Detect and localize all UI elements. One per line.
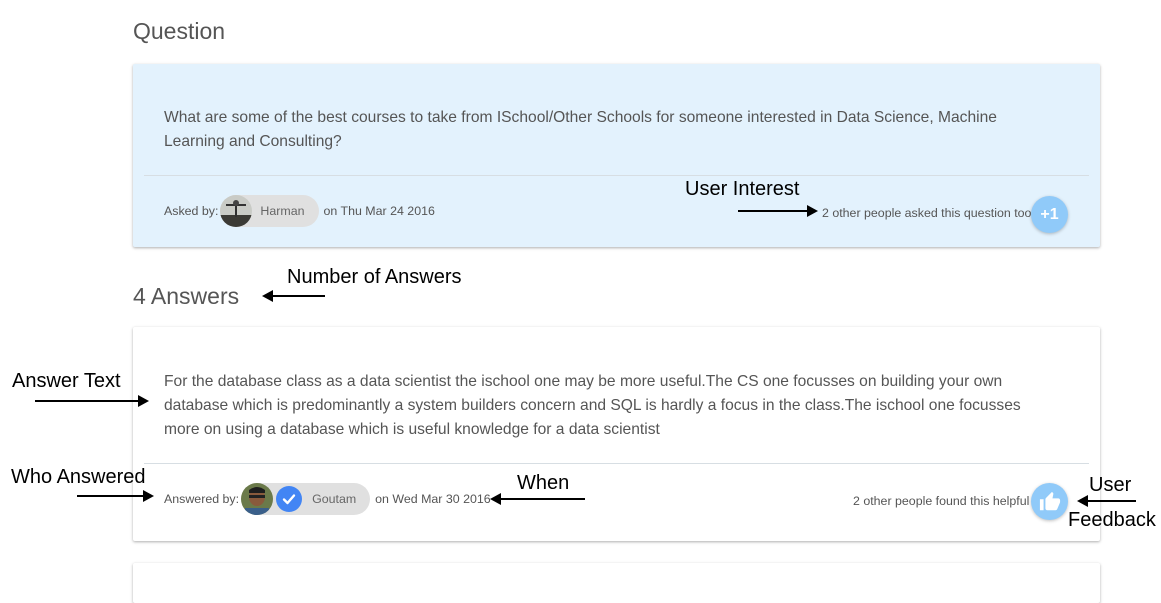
asked-by-label: Asked by: [164, 204, 219, 218]
annotation-user-feedback-line1: User [1089, 474, 1132, 496]
answered-by-label: Answered by: [164, 492, 240, 506]
question-divider [144, 175, 1089, 176]
answer-meta: Answered by: Goutam on Wed Mar 30 2016 [164, 483, 491, 515]
answer-text: For the database class as a data scienti… [164, 373, 1021, 438]
annotation-when: When [517, 472, 570, 494]
annotation-who-answered: Who Answered [11, 466, 146, 488]
author-name: Harman [260, 204, 305, 218]
author-name: Goutam [312, 492, 357, 506]
answer-divider [144, 463, 1089, 464]
answer-card: For the database class as a data scienti… [133, 327, 1100, 541]
next-answer-card [133, 563, 1100, 603]
avatar [220, 195, 253, 227]
annotation-answer-text: Answer Text [12, 370, 121, 392]
arrow-when [490, 493, 585, 505]
arrow-who-answered [77, 490, 154, 502]
avatar [241, 483, 274, 515]
answered-date: on Wed Mar 30 2016 [375, 492, 491, 506]
plus-one-button[interactable]: +1 [1031, 196, 1068, 233]
annotation-user-interest: User Interest [685, 178, 800, 200]
interest-text: 2 other people asked this question too [822, 206, 1032, 220]
asked-date: on Thu Mar 24 2016 [323, 204, 435, 218]
question-text: What are some of the best courses to tak… [164, 109, 997, 150]
arrow-answer-text [35, 395, 149, 407]
plus-one-label: +1 [1040, 205, 1059, 223]
author-chip[interactable]: Harman [220, 195, 319, 227]
helpful-text: 2 other people found this helpful [853, 494, 1030, 508]
arrow-user-interest [738, 205, 818, 217]
answers-heading: 4 Answers [133, 283, 240, 309]
helpful-button[interactable] [1031, 483, 1068, 520]
annotation-number-of-answers: Number of Answers [287, 266, 462, 288]
thumbs-up-icon [1039, 491, 1060, 510]
arrow-number-of-answers [262, 290, 325, 302]
question-card: What are some of the best courses to tak… [133, 64, 1100, 247]
arrow-user-feedback [1077, 495, 1136, 507]
question-heading: Question [133, 18, 226, 44]
annotation-user-feedback-line2: Feedback [1068, 509, 1156, 531]
author-chip[interactable]: Goutam [241, 483, 371, 515]
check-icon [276, 486, 303, 512]
question-meta: Asked by: Harman on Thu Mar 24 2016 [164, 195, 435, 227]
